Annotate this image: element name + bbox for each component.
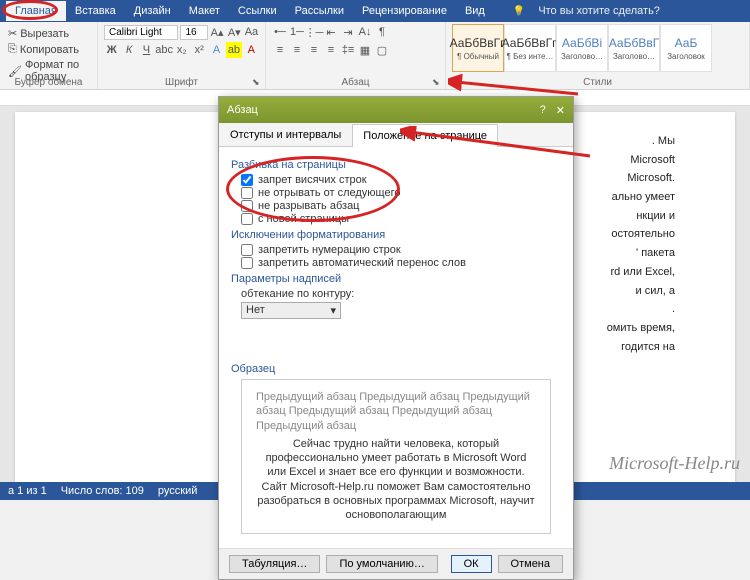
copy-button[interactable]: ⎘ Копировать [6, 42, 91, 57]
font-color-icon[interactable]: A [244, 42, 259, 58]
line-spacing-icon[interactable]: ‡≡ [340, 42, 356, 58]
ribbon: ✂ Вырезать ⎘ Копировать 🖌 Формат по обра… [0, 22, 750, 90]
increase-indent-icon[interactable]: ⇥ [340, 24, 356, 40]
dialog-tabs: Отступы и интервалы Положение на страниц… [219, 123, 573, 147]
shrink-font-icon[interactable]: A▾ [227, 24, 242, 40]
highlight-icon[interactable]: ab [226, 42, 241, 58]
pagination-opt-0[interactable]: запрет висячих строк [241, 174, 561, 186]
group-clipboard: ✂ Вырезать ⎘ Копировать 🖌 Формат по обра… [0, 22, 98, 89]
superscript-icon[interactable]: x² [192, 42, 207, 58]
style-item-1[interactable]: АаБбВвГг,¶ Без инте… [504, 24, 556, 72]
show-marks-icon[interactable]: ¶ [374, 24, 390, 40]
dialog-titlebar[interactable]: Абзац ? ✕ [219, 97, 573, 123]
tab-view[interactable]: Вид [456, 1, 494, 21]
status-word-count[interactable]: Число слов: 109 [61, 485, 144, 497]
help-icon[interactable]: ? [540, 104, 546, 117]
group-font-label: Шрифт [98, 77, 265, 88]
underline-icon[interactable]: Ч [139, 42, 154, 58]
shading-icon[interactable]: ▦ [357, 42, 373, 58]
font-size-combo[interactable]: 16 [180, 25, 207, 40]
paragraph-dialog: Абзац ? ✕ Отступы и интервалы Положение … [218, 96, 574, 580]
grow-font-icon[interactable]: A▴ [210, 24, 225, 40]
style-item-4[interactable]: АаБЗаголовок [660, 24, 712, 72]
style-item-3[interactable]: АаБбВвГЗаголово… [608, 24, 660, 72]
chevron-down-icon: ▾ [330, 304, 336, 317]
dialog-buttons: Табуляция… По умолчанию… ОК Отмена [219, 548, 573, 579]
wrap-label: обтекание по контуру: [241, 288, 561, 300]
group-clipboard-label: Буфер обмена [0, 77, 97, 88]
group-styles-label: Стили [446, 77, 749, 88]
style-item-2[interactable]: АаБбВіЗаголово… [556, 24, 608, 72]
wrap-combo[interactable]: Нет▾ [241, 302, 341, 319]
group-paragraph-label: Абзац [266, 77, 445, 88]
borders-icon[interactable]: ▢ [374, 42, 390, 58]
cut-button[interactable]: ✂ Вырезать [6, 26, 91, 41]
bullets-icon[interactable]: •─ [272, 24, 288, 40]
tab-home[interactable]: Главная [6, 1, 66, 21]
tabs-button[interactable]: Табуляция… [229, 555, 320, 573]
multilevel-icon[interactable]: ⋮─ [306, 24, 322, 40]
font-launcher-icon[interactable]: ⬊ [252, 77, 262, 87]
status-page[interactable]: а 1 из 1 [8, 485, 47, 497]
italic-icon[interactable]: К [121, 42, 136, 58]
pagination-opt-3[interactable]: с новой страницы [241, 213, 561, 225]
text-effects-icon[interactable]: A [209, 42, 224, 58]
dialog-tab-indents[interactable]: Отступы и интервалы [219, 123, 352, 146]
pagination-opt-2[interactable]: не разрывать абзац [241, 200, 561, 212]
subscript-icon[interactable]: x₂ [174, 42, 189, 58]
section-pagination: Разбивка на страницы [231, 159, 561, 171]
numbering-icon[interactable]: 1─ [289, 24, 305, 40]
section-formatting-exceptions: Исключении форматирования [231, 229, 561, 241]
group-paragraph: •─ 1─ ⋮─ ⇤ ⇥ A↓ ¶ ≡ ≡ ≡ ≡ ‡≡ ▦ ▢ Абзац ⬊ [266, 22, 446, 89]
tab-layout[interactable]: Макет [180, 1, 229, 21]
tab-mailings[interactable]: Рассылки [286, 1, 353, 21]
justify-icon[interactable]: ≡ [323, 42, 339, 58]
tab-design[interactable]: Дизайн [125, 1, 180, 21]
watermark: Microsoft-Help.ru [609, 453, 740, 474]
formatting-opt-1[interactable]: запретить автоматический перенос слов [241, 257, 561, 269]
tab-references[interactable]: Ссылки [229, 1, 286, 21]
tab-insert[interactable]: Вставка [66, 1, 125, 21]
preview-box: Предыдущий абзац Предыдущий абзац Предыд… [241, 379, 551, 534]
decrease-indent-icon[interactable]: ⇤ [323, 24, 339, 40]
formatting-opt-0[interactable]: запретить нумерацию строк [241, 244, 561, 256]
close-icon[interactable]: ✕ [556, 104, 565, 117]
ribbon-tabs: Главная Вставка Дизайн Макет Ссылки Расс… [0, 0, 750, 22]
group-font: Calibri Light 16 A▴ A▾ Aa Ж К Ч abc x₂ x… [98, 22, 266, 89]
strike-icon[interactable]: abc [156, 42, 172, 58]
section-textbox-params: Параметры надписей [231, 273, 561, 285]
paragraph-launcher-icon[interactable]: ⬊ [432, 77, 442, 87]
pagination-opt-1[interactable]: не отрывать от следующего [241, 187, 561, 199]
cancel-button[interactable]: Отмена [498, 555, 563, 573]
group-styles: АаБбВвГг,¶ ОбычныйАаБбВвГг,¶ Без инте…Аа… [446, 22, 750, 89]
bold-icon[interactable]: Ж [104, 42, 119, 58]
style-item-0[interactable]: АаБбВвГг,¶ Обычный [452, 24, 504, 72]
default-button[interactable]: По умолчанию… [326, 555, 437, 573]
align-center-icon[interactable]: ≡ [289, 42, 305, 58]
dialog-tab-page-position[interactable]: Положение на странице [352, 124, 498, 147]
section-preview: Образец [231, 363, 561, 375]
change-case-icon[interactable]: Aa [244, 24, 259, 40]
dialog-title: Абзац [227, 104, 258, 116]
ok-button[interactable]: ОК [451, 555, 492, 573]
align-left-icon[interactable]: ≡ [272, 42, 288, 58]
font-name-combo[interactable]: Calibri Light [104, 25, 178, 40]
sort-icon[interactable]: A↓ [357, 24, 373, 40]
status-language[interactable]: русский [158, 485, 197, 497]
align-right-icon[interactable]: ≡ [306, 42, 322, 58]
tab-review[interactable]: Рецензирование [353, 1, 456, 21]
